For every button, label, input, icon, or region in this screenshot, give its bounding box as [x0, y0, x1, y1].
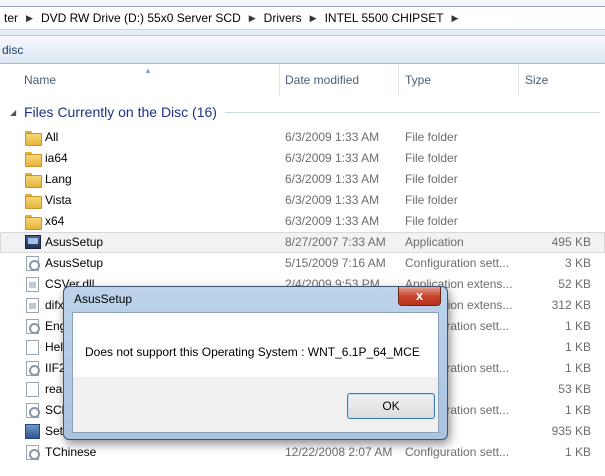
group-title: Files Currently on the Disc (16): [24, 104, 217, 120]
folder-icon: [25, 130, 43, 146]
file-size: 1 KB: [564, 340, 591, 354]
command-bar: disc: [0, 36, 605, 64]
column-headers: ▲ Name Date modified Type Size: [0, 64, 605, 96]
file-type: Configuration sett...: [405, 445, 510, 459]
config-file-icon: [25, 445, 43, 461]
file-size: 935 KB: [551, 424, 591, 438]
file-row[interactable]: ia64 6/3/2009 1:33 AM File folder: [0, 148, 605, 169]
address-bar: ter ▶ DVD RW Drive (D:) 55x0 Server SCD …: [0, 0, 605, 36]
file-type: Configuration sett...: [405, 256, 510, 270]
document-icon: [25, 382, 43, 398]
file-row[interactable]: AsusSetup 8/27/2007 7:33 AM Application 495…: [0, 232, 605, 253]
dll-file-icon: [25, 277, 43, 293]
file-name: Lang: [45, 172, 72, 186]
folder-icon: [25, 172, 43, 188]
dialog-body: Does not support this Operating System :…: [72, 312, 439, 433]
dialog-message-area: Does not support this Operating System :…: [73, 313, 438, 377]
file-date: 6/3/2009 1:33 AM: [285, 214, 380, 228]
close-icon: x: [415, 288, 424, 303]
file-name: Vista: [45, 193, 72, 207]
file-name: TChinese: [45, 445, 97, 459]
setup-icon: [25, 424, 43, 440]
file-date: 5/15/2009 7:16 AM: [285, 256, 386, 270]
burn-to-disc-button[interactable]: disc: [0, 43, 23, 57]
file-row[interactable]: Vista 6/3/2009 1:33 AM File folder: [0, 190, 605, 211]
dialog-message: Does not support this Operating System :…: [85, 345, 420, 359]
file-size: 495 KB: [551, 235, 591, 249]
file-size: [521, 170, 591, 189]
application-icon: [25, 235, 43, 251]
file-name: x64: [45, 214, 65, 228]
collapse-triangle-icon[interactable]: ◢: [10, 108, 24, 117]
file-row[interactable]: AsusSetup 5/15/2009 7:16 AM Configuration …: [0, 253, 605, 274]
file-size: 1 KB: [564, 403, 591, 417]
breadcrumb-item-dvd-drive[interactable]: DVD RW Drive (D:) 55x0 Server SCD: [37, 7, 245, 29]
config-file-icon: [25, 403, 43, 419]
chevron-right-icon[interactable]: ▶: [448, 13, 463, 24]
file-size: 1 KB: [564, 445, 591, 459]
breadcrumb-item-drivers[interactable]: Drivers: [260, 7, 306, 29]
chevron-right-icon[interactable]: ▶: [22, 13, 37, 24]
file-name: All: [45, 130, 59, 144]
file-type: Application: [405, 235, 464, 249]
file-size: 52 KB: [558, 277, 591, 291]
file-size: 3 KB: [564, 256, 591, 270]
file-name: AsusSetup: [45, 235, 104, 249]
chevron-right-icon[interactable]: ▶: [306, 13, 321, 24]
file-row[interactable]: Lang 6/3/2009 1:33 AM File folder: [0, 169, 605, 190]
file-date: 6/3/2009 1:33 AM: [285, 151, 380, 165]
file-type: File folder: [405, 151, 458, 165]
dll-file-icon: [25, 298, 43, 314]
folder-icon: [25, 193, 43, 209]
folder-icon: [25, 151, 43, 167]
file-date: 12/22/2008 2:07 AM: [285, 445, 393, 459]
config-file-icon: [25, 361, 43, 377]
file-size: [521, 128, 591, 147]
file-type: File folder: [405, 130, 458, 144]
file-size: [521, 149, 591, 168]
breadcrumb-item-chipset[interactable]: INTEL 5500 CHIPSET: [321, 7, 448, 29]
column-header-name[interactable]: Name: [18, 64, 280, 96]
file-size: [521, 212, 591, 231]
folder-icon: [25, 214, 43, 230]
file-row[interactable]: x64 6/3/2009 1:33 AM File folder: [0, 211, 605, 232]
file-name: AsusSetup: [45, 256, 104, 270]
file-row[interactable]: All 6/3/2009 1:33 AM File folder: [0, 127, 605, 148]
chevron-right-icon[interactable]: ▶: [245, 13, 260, 24]
file-date: 6/3/2009 1:33 AM: [285, 172, 380, 186]
file-type: File folder: [405, 172, 458, 186]
config-file-icon: [25, 256, 43, 272]
file-date: 6/3/2009 1:33 AM: [285, 193, 380, 207]
close-button[interactable]: x: [398, 287, 441, 306]
file-type: File folder: [405, 214, 458, 228]
column-header-date[interactable]: Date modified: [279, 64, 399, 96]
ok-button[interactable]: OK: [347, 393, 435, 419]
file-type: File folder: [405, 193, 458, 207]
group-divider: [224, 111, 600, 113]
group-header[interactable]: ◢ Files Currently on the Disc (16): [10, 100, 600, 124]
file-name: ia64: [45, 151, 68, 165]
column-header-size[interactable]: Size: [519, 64, 605, 96]
file-date: 6/3/2009 1:33 AM: [285, 130, 380, 144]
file-date: 8/27/2007 7:33 AM: [285, 235, 386, 249]
config-file-icon: [25, 319, 43, 335]
file-row[interactable]: TChinese 12/22/2008 2:07 AM Configuration …: [0, 442, 605, 463]
dialog-title: AsusSetup: [74, 292, 133, 306]
column-header-type[interactable]: Type: [399, 64, 519, 96]
message-dialog: AsusSetup x Does not support this Operat…: [63, 286, 448, 440]
document-icon: [25, 340, 43, 356]
file-size: 1 KB: [564, 319, 591, 333]
file-size: 53 KB: [558, 382, 591, 396]
file-size: [521, 191, 591, 210]
breadcrumb[interactable]: ter ▶ DVD RW Drive (D:) 55x0 Server SCD …: [0, 6, 605, 30]
breadcrumb-item-computer[interactable]: ter: [0, 7, 22, 29]
file-size: 1 KB: [564, 361, 591, 375]
file-size: 312 KB: [551, 298, 591, 312]
